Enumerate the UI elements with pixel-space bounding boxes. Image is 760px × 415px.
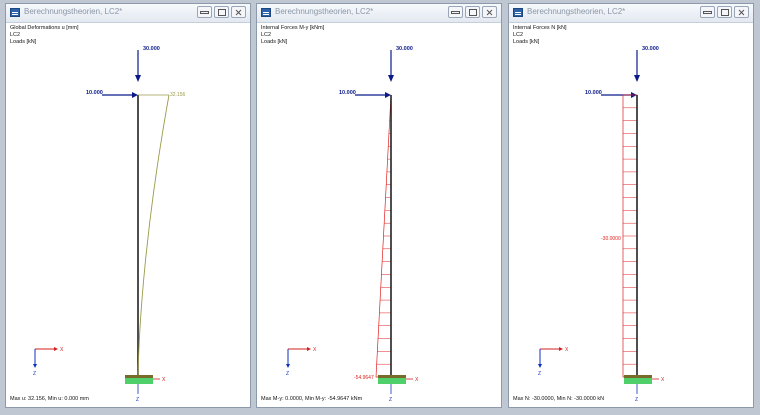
global-x-arrowhead (307, 347, 311, 351)
deformed-shape (137, 94, 170, 378)
maximize-icon (468, 8, 477, 16)
global-x-label: X (565, 347, 569, 353)
structure-graphic[interactable]: 30.000 10.000 -54.9647 X Z X Z (257, 22, 501, 407)
status-text: Max u: 32.156, Min u: 0.000 mm (10, 396, 89, 402)
global-z-label: Z (286, 371, 289, 377)
global-z-arrowhead (286, 364, 290, 368)
vertical-load-value: 30.000 (396, 46, 413, 52)
maximize-button[interactable] (465, 6, 480, 18)
vertical-load-value: 30.000 (642, 46, 659, 52)
vertical-load-value: 30.000 (143, 46, 160, 52)
minimize-button[interactable] (448, 6, 463, 18)
minimize-button[interactable] (700, 6, 715, 18)
support-top (378, 375, 406, 378)
app-icon (513, 8, 523, 17)
support-z-label: Z (136, 397, 139, 403)
global-x-arrowhead (559, 347, 563, 351)
support-top (125, 375, 153, 378)
vertical-load-arrowhead (135, 75, 141, 82)
close-icon (235, 9, 242, 16)
moment-diagram (375, 94, 392, 378)
window-title: Berechnungstheorien, LC2* (527, 7, 626, 16)
window-title: Berechnungstheorien, LC2* (275, 7, 374, 16)
support-top (624, 375, 652, 378)
global-x-label: X (60, 347, 64, 353)
vertical-load-arrowhead (388, 75, 394, 82)
title-bar[interactable]: Berechnungstheorien, LC2* (257, 4, 501, 23)
structure-graphic[interactable]: 30.000 10.000 32.156 X Z X Z (6, 22, 250, 407)
app-icon (261, 8, 271, 17)
maximize-icon (720, 8, 729, 16)
max-deformation-label: 32.156 (170, 92, 186, 98)
global-z-arrowhead (33, 364, 37, 368)
axial-force-diagram (622, 94, 638, 378)
horizontal-load-value: 10.000 (86, 90, 103, 96)
global-z-arrowhead (538, 364, 542, 368)
window-title: Berechnungstheorien, LC2* (24, 7, 123, 16)
global-x-label: X (313, 347, 317, 353)
horizontal-load-value: 10.000 (585, 90, 602, 96)
minimize-button[interactable] (197, 6, 212, 18)
close-button[interactable] (734, 6, 749, 18)
minimize-icon (451, 10, 460, 14)
min-moment-label: -54.9647 (354, 375, 374, 381)
support-x-label: X (415, 377, 419, 383)
horizontal-load-arrowhead (132, 92, 138, 98)
minimize-icon (200, 10, 209, 14)
horizontal-load-value: 10.000 (339, 90, 356, 96)
horizontal-load-arrowhead (385, 92, 391, 98)
deformation-window[interactable]: Berechnungstheorien, LC2* Global Deforma… (5, 3, 251, 408)
maximize-button[interactable] (717, 6, 732, 18)
app-icon (10, 8, 20, 17)
axial-force-window[interactable]: Berechnungstheorien, LC2* Internal Force… (508, 3, 754, 408)
maximize-button[interactable] (214, 6, 229, 18)
vertical-load-arrowhead (634, 75, 640, 82)
close-button[interactable] (482, 6, 497, 18)
title-bar[interactable]: Berechnungstheorien, LC2* (6, 4, 250, 23)
minimize-icon (703, 10, 712, 14)
status-text: Max M-y: 0.0000, Min M-y: -54.9647 kNm (261, 396, 363, 402)
support-x-label: X (162, 377, 166, 383)
axial-force-label: -30.0000 (601, 236, 621, 242)
status-text: Max N: -30.0000, Min N: -30.0000 kN (513, 396, 605, 402)
global-x-arrowhead (54, 347, 58, 351)
support-z-label: Z (389, 397, 392, 403)
support-z-label: Z (635, 397, 638, 403)
close-icon (738, 9, 745, 16)
moment-window[interactable]: Berechnungstheorien, LC2* Internal Force… (256, 3, 502, 408)
close-button[interactable] (231, 6, 246, 18)
global-z-label: Z (538, 371, 541, 377)
support-x-label: X (661, 377, 665, 383)
maximize-icon (217, 8, 226, 16)
structure-graphic[interactable]: 30.000 10.000 -30.0000 X Z X Z (509, 22, 753, 407)
close-icon (486, 9, 493, 16)
global-z-label: Z (33, 371, 36, 377)
title-bar[interactable]: Berechnungstheorien, LC2* (509, 4, 753, 23)
